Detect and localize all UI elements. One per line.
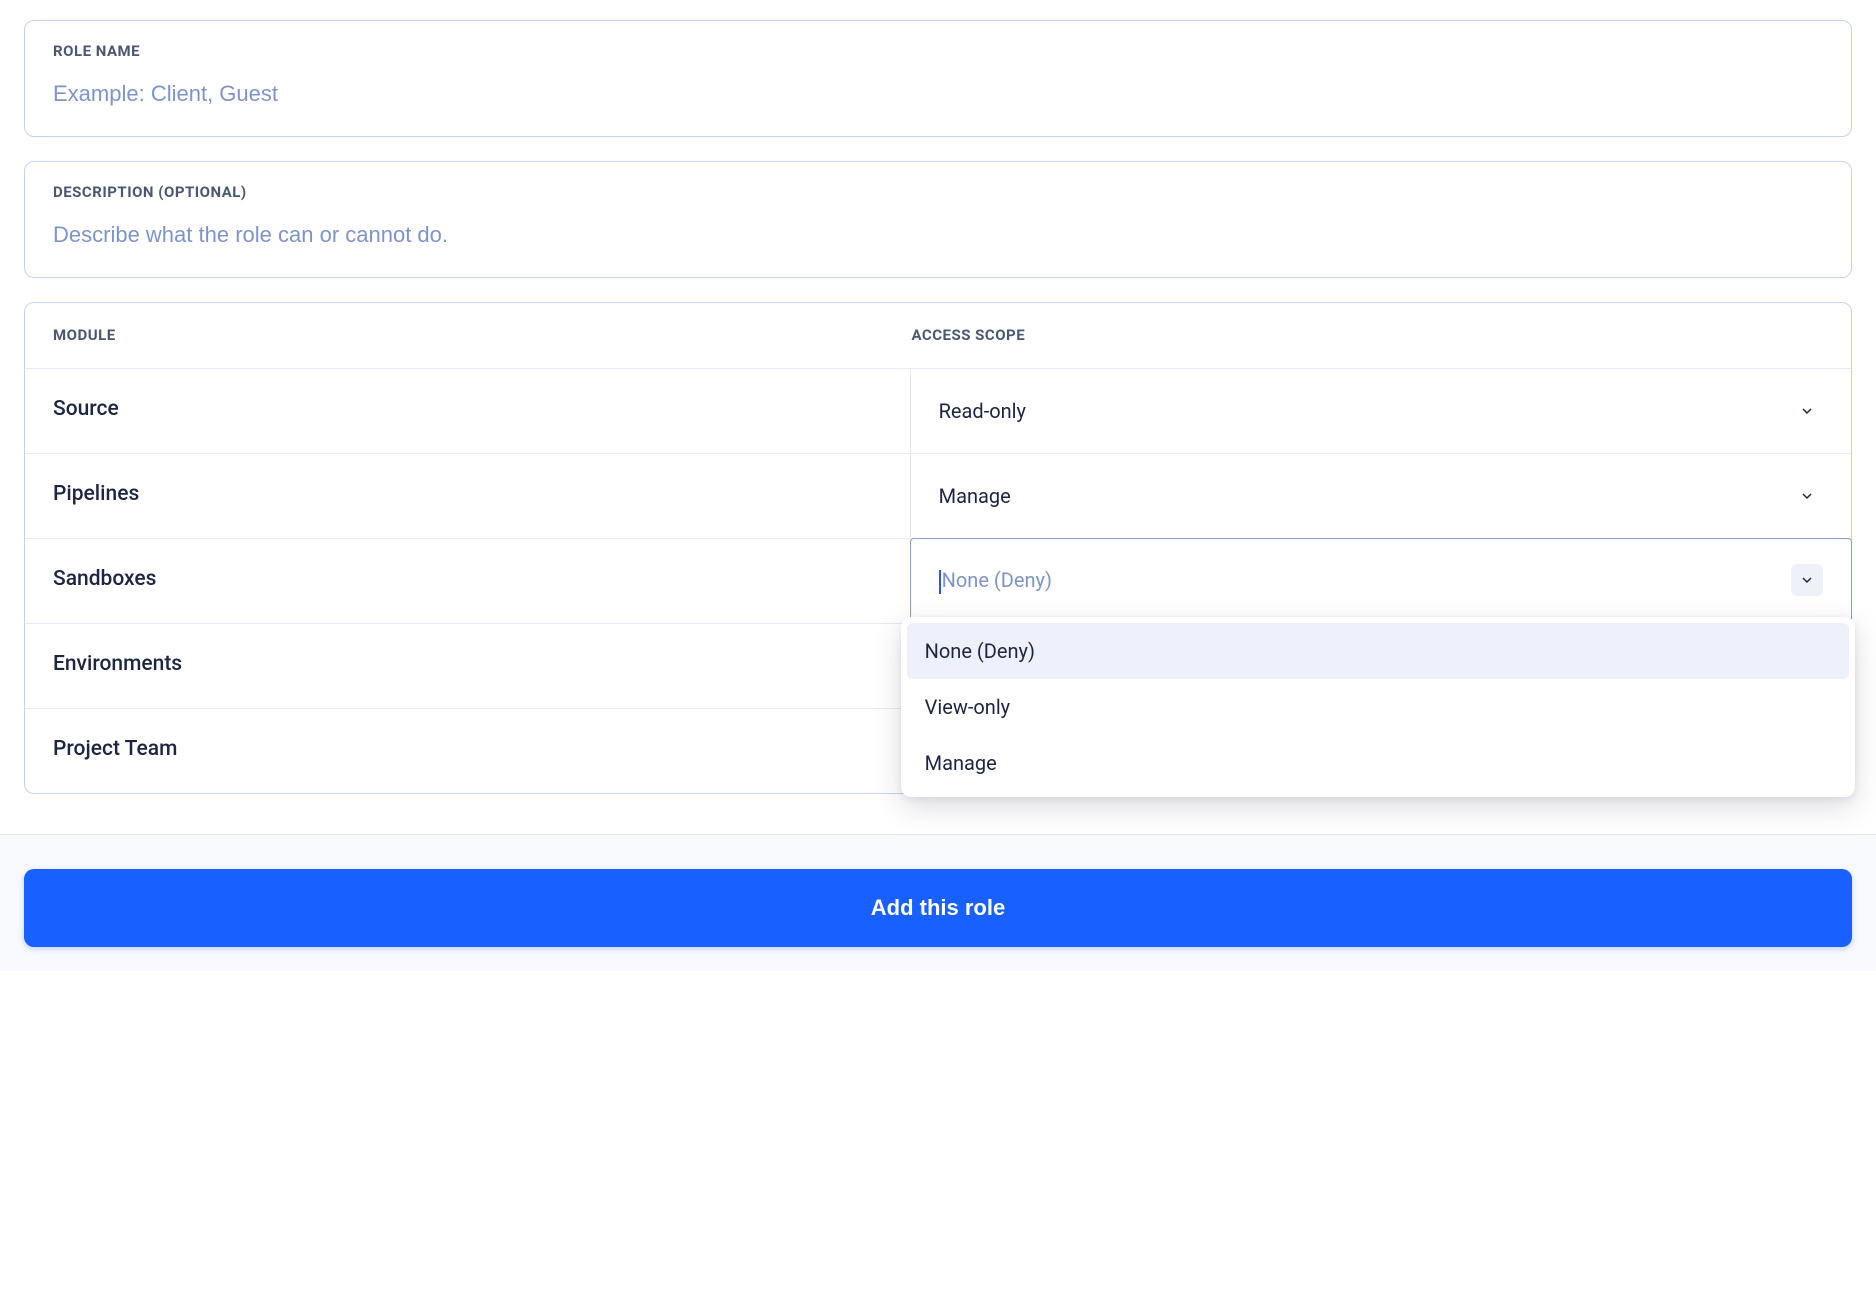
add-role-button[interactable]: Add this role	[24, 869, 1852, 947]
dropdown-option-none[interactable]: None (Deny)	[907, 623, 1849, 679]
access-scope-select-pipelines[interactable]: Manage	[911, 454, 1851, 538]
module-name: Pipelines	[25, 454, 911, 538]
table-row: Pipelines Manage	[25, 453, 1851, 538]
table-row: Source Read-only	[25, 368, 1851, 453]
module-name: Environments	[25, 624, 911, 708]
footer-bar: Add this role	[0, 834, 1876, 971]
dropdown-option-manage[interactable]: Manage	[907, 735, 1849, 791]
role-name-label: ROLE NAME	[53, 41, 1823, 62]
chevron-down-icon	[1791, 564, 1823, 596]
module-name: Sandboxes	[25, 539, 911, 623]
header-module: MODULE	[53, 325, 911, 346]
table-header-row: MODULE ACCESS SCOPE	[25, 303, 1851, 368]
description-field-group: DESCRIPTION (OPTIONAL)	[24, 161, 1852, 278]
text-caret	[939, 570, 941, 594]
scope-value: None (Deny)	[939, 566, 1052, 594]
chevron-down-icon	[1791, 395, 1823, 427]
module-name: Source	[25, 369, 911, 453]
access-scope-select-sandboxes[interactable]: None (Deny)	[910, 538, 1852, 622]
permissions-table: MODULE ACCESS SCOPE Source Read-only Pip…	[24, 302, 1852, 794]
dropdown-option-view-only[interactable]: View-only	[907, 679, 1849, 735]
description-input[interactable]	[53, 222, 1823, 248]
scope-value: Read-only	[939, 397, 1026, 425]
table-row: Sandboxes None (Deny) None (Deny) View-o…	[25, 538, 1851, 623]
header-access-scope: ACCESS SCOPE	[911, 325, 1823, 346]
access-scope-dropdown: None (Deny) View-only Manage	[901, 617, 1855, 797]
role-name-input[interactable]	[53, 81, 1823, 107]
chevron-down-icon	[1791, 480, 1823, 512]
description-label: DESCRIPTION (OPTIONAL)	[53, 182, 1823, 203]
scope-value: Manage	[939, 482, 1011, 510]
access-scope-select-source[interactable]: Read-only	[911, 369, 1851, 453]
module-name: Project Team	[25, 709, 911, 793]
role-name-field-group: ROLE NAME	[24, 20, 1852, 137]
